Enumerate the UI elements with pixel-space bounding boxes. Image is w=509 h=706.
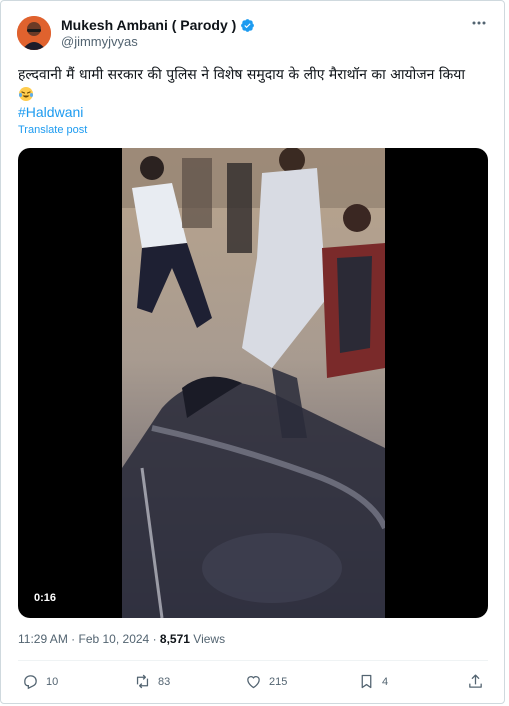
- divider: [18, 660, 488, 661]
- meta-separator: ·: [71, 632, 76, 646]
- repost-icon: [136, 674, 149, 689]
- repost-button[interactable]: 83: [134, 673, 170, 690]
- hashtag-link[interactable]: #Haldwani: [18, 104, 83, 120]
- repost-count: 83: [158, 675, 171, 688]
- post-meta: 11:29 AM · Feb 10, 2024 · 8,571 Views: [18, 632, 225, 646]
- avatar[interactable]: [17, 16, 51, 50]
- bookmark-count: 4: [382, 675, 389, 688]
- action-bar: 10 83 215 4: [1, 673, 506, 693]
- translate-post-link[interactable]: Translate post: [18, 124, 87, 136]
- heart-icon: [247, 676, 260, 689]
- bookmark-button[interactable]: 4: [358, 673, 388, 690]
- video-frame: [122, 148, 385, 618]
- video-duration: 0:16: [30, 590, 61, 606]
- author-name[interactable]: Mukesh Ambani ( Parody ): [61, 17, 236, 33]
- share-icon: [469, 674, 482, 688]
- more-options-icon[interactable]: [471, 15, 487, 36]
- bookmark-icon: [361, 674, 372, 689]
- meta-separator-2: ·: [152, 632, 157, 646]
- post-time[interactable]: 11:29 AM: [18, 632, 68, 646]
- like-count: 215: [269, 675, 288, 688]
- post-date[interactable]: Feb 10, 2024: [79, 632, 150, 646]
- verified-badge-icon[interactable]: [240, 18, 255, 33]
- laughing-face-emoji-icon: [19, 87, 33, 101]
- reply-count: 10: [46, 675, 59, 688]
- post-text-body: हल्दवानी मैं धामी सरकार की पुलिस ने विशे…: [18, 67, 466, 83]
- video-player[interactable]: 0:16: [18, 148, 488, 618]
- views-count: 8,571: [159, 632, 190, 646]
- post-card: Mukesh Ambani ( Parody ) @jimmyjvyas हल्…: [0, 0, 505, 704]
- views-label: Views: [193, 632, 226, 646]
- avatar-portrait-icon: [17, 16, 51, 50]
- share-button[interactable]: [467, 673, 484, 690]
- post-text: हल्दवानी मैं धामी सरकार की पुलिस ने विशे…: [18, 65, 498, 105]
- author-handle[interactable]: @jimmyjvyas: [61, 34, 138, 49]
- reply-button[interactable]: 10: [22, 673, 58, 690]
- reply-icon: [24, 675, 37, 690]
- like-button[interactable]: 215: [245, 673, 287, 690]
